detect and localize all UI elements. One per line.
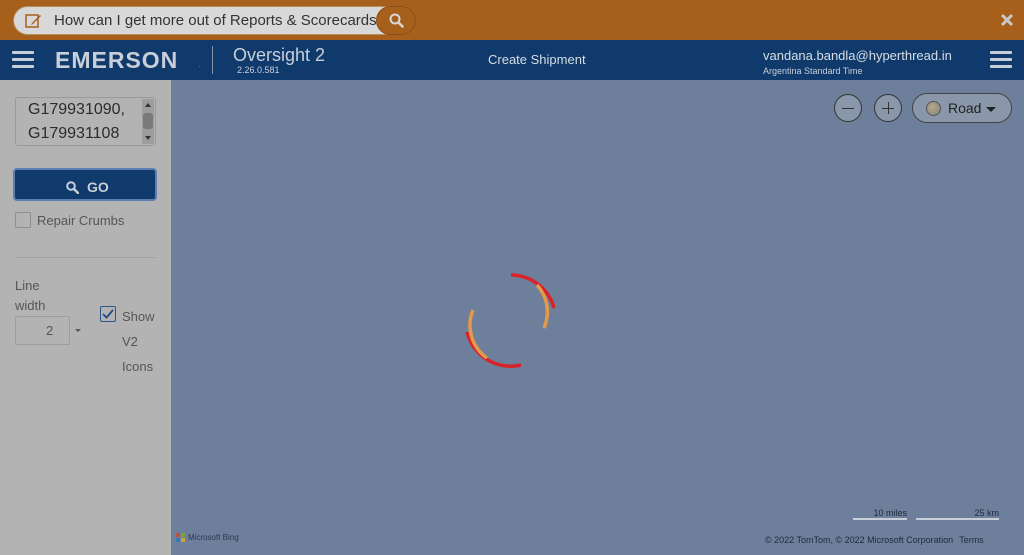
line-width-label: Line width <box>15 278 46 313</box>
go-label: GO <box>87 179 109 195</box>
checkmark-icon <box>102 309 114 319</box>
repair-crumbs-label[interactable]: Repair Crumbs <box>37 213 124 228</box>
sidebar-divider <box>15 257 156 258</box>
app-name: Oversight 2 <box>233 45 326 65</box>
help-search-button[interactable] <box>376 6 416 35</box>
shipment-id-line: G179931090, <box>28 101 125 118</box>
line-width-select[interactable]: 2 <box>15 316 70 345</box>
edit-icon <box>25 14 41 28</box>
scroll-down-icon[interactable] <box>145 136 151 140</box>
search-icon <box>389 13 404 28</box>
loading-spinner-icon <box>465 273 556 368</box>
map-style-label: Road <box>948 100 982 116</box>
user-timezone: Argentina Standard Time <box>763 66 863 76</box>
go-button[interactable]: GO <box>13 168 157 201</box>
header-divider <box>212 46 213 74</box>
scroll-up-icon[interactable] <box>145 103 151 107</box>
brand-logo: EMERSON <box>55 47 179 73</box>
app-header: EMERSON . Oversight 2 2.26.0.581 Create … <box>0 40 1024 80</box>
sidebar: G179931090, G179931108 GO Repair Crumbs … <box>0 80 171 555</box>
bing-attribution[interactable]: Microsoft Bing <box>188 533 239 542</box>
show-v2-icons-label[interactable]: Show V2 Icons <box>122 304 162 379</box>
page-title: Create Shipment <box>488 52 586 67</box>
line-width-value: 2 <box>46 323 54 338</box>
main-menu-icon[interactable] <box>12 51 34 69</box>
repair-crumbs-checkbox[interactable] <box>15 212 31 228</box>
microsoft-logo-icon <box>176 533 186 543</box>
search-icon <box>66 181 79 194</box>
zoom-out-button[interactable] <box>834 94 862 122</box>
terms-link[interactable]: Terms <box>959 535 984 545</box>
chevron-down-icon[interactable] <box>75 329 81 332</box>
user-menu-icon[interactable] <box>990 51 1012 69</box>
scale-bar-miles: 10 miles <box>853 508 907 520</box>
app-version: 2.26.0.581 <box>237 65 280 75</box>
shipment-ids-scrollbar[interactable] <box>142 99 154 144</box>
brand-trademark: . <box>199 63 201 69</box>
map-view[interactable]: Road 10 miles 25 km Microsoft Bing © 202… <box>171 80 1024 555</box>
chevron-down-icon <box>986 107 996 112</box>
close-icon[interactable] <box>1000 13 1014 27</box>
shipment-id-line: G179931108 <box>28 125 120 142</box>
help-question[interactable]: How can I get more out of Reports & Scor… <box>54 12 385 29</box>
shipment-ids-input[interactable]: G179931090, G179931108 <box>15 97 156 146</box>
plus-icon-vertical <box>887 102 889 114</box>
map-copyright: © 2022 TomTom, © 2022 Microsoft Corporat… <box>765 535 984 545</box>
user-email[interactable]: vandana.bandla@hyperthread.in <box>763 48 952 63</box>
help-bar: How can I get more out of Reports & Scor… <box>0 0 1024 40</box>
minus-icon <box>842 107 854 109</box>
scale-bar-km: 25 km <box>916 508 999 520</box>
zoom-in-button[interactable] <box>874 94 902 122</box>
show-v2-icons-checkbox[interactable] <box>100 306 116 322</box>
map-style-dropdown[interactable]: Road <box>912 93 1012 123</box>
globe-icon <box>926 101 941 116</box>
help-search-box[interactable]: How can I get more out of Reports & Scor… <box>13 6 416 35</box>
copyright-text: © 2022 TomTom, © 2022 Microsoft Corporat… <box>765 535 954 545</box>
scroll-thumb[interactable] <box>143 113 153 129</box>
